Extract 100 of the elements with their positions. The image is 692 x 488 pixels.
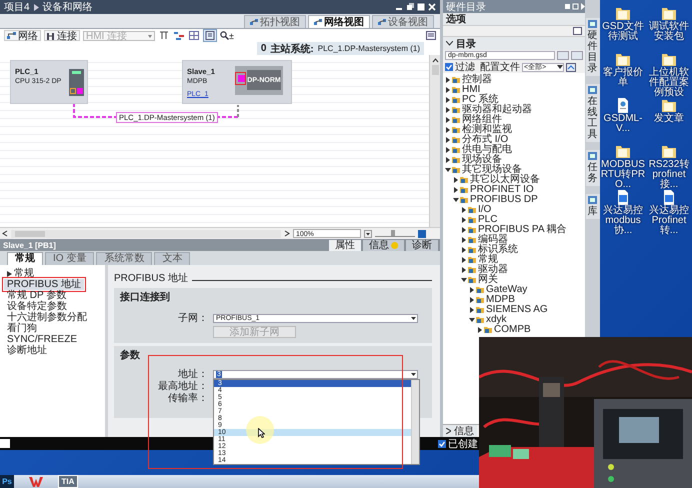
overview-icon[interactable] (205, 31, 215, 40)
expand-arrow-icon[interactable] (445, 107, 451, 113)
tree-item[interactable]: 常规 (443, 255, 585, 265)
view-tab[interactable]: 网络视图 (308, 15, 370, 28)
tree-item[interactable]: 其它现场设备 (443, 165, 585, 175)
grid-icon[interactable] (189, 31, 199, 40)
tree-item[interactable]: 检测和监视 (443, 125, 585, 135)
layout-icon[interactable] (174, 31, 184, 40)
expand-arrow-icon[interactable] (461, 247, 467, 253)
options-icon[interactable] (573, 27, 582, 35)
scroll-right-icon[interactable] (284, 230, 290, 237)
collapse-arrow-icon[interactable] (461, 277, 467, 283)
desktop-icon[interactable]: 兴达易控 Profinet 转... (646, 190, 692, 236)
nav-item[interactable]: PROFIBUS 地址 (4, 279, 84, 290)
connect-button[interactable]: 连接 (44, 30, 80, 41)
nav-item[interactable]: 常规 DP 参数 (4, 290, 70, 301)
expand-arrow-icon[interactable] (461, 267, 467, 273)
expand-arrow-icon[interactable] (469, 307, 475, 313)
tree-item[interactable]: COMPB (443, 325, 585, 335)
expand-arrow-icon[interactable] (469, 297, 475, 303)
maximize-icon[interactable] (417, 3, 425, 11)
expand-arrow-icon[interactable] (445, 157, 451, 163)
cpu-module-icon[interactable] (69, 69, 84, 96)
desktop-icon[interactable]: 上位机软件配置案例预设 (646, 52, 692, 98)
vertical-scrollbar[interactable] (429, 55, 440, 227)
nav-item[interactable]: 设备特定参数 (4, 301, 70, 312)
expand-arrow-icon[interactable] (461, 207, 467, 213)
zoom-slider[interactable] (375, 230, 415, 237)
desktop-icon[interactable]: 调试软件安装包 (646, 6, 692, 52)
scroll-up-icon[interactable] (432, 57, 438, 63)
inspector-tab[interactable]: 信息 (363, 240, 404, 251)
tree-item[interactable]: PC 系统 (443, 95, 585, 105)
options-header[interactable]: 选项 (443, 13, 585, 26)
nav-item[interactable]: 十六进制参数分配 (4, 312, 90, 323)
expand-arrow-icon[interactable] (445, 147, 451, 153)
expand-arrow-icon[interactable] (445, 87, 451, 93)
tree-item[interactable]: 控制器 (443, 75, 585, 85)
slider-thumb[interactable] (391, 230, 395, 236)
scroll-left-icon[interactable] (2, 230, 8, 237)
tree-item[interactable]: HMI (443, 85, 585, 95)
table-icon[interactable] (159, 31, 169, 40)
expand-arrow-icon[interactable] (445, 137, 451, 143)
vertical-scrollbar[interactable] (411, 380, 419, 464)
side-tab[interactable]: 库 (586, 194, 600, 219)
status-field[interactable] (0, 439, 10, 448)
tree-item[interactable]: 网关 (443, 275, 585, 285)
tree-item[interactable]: 分布式 I/O (443, 135, 585, 145)
close-icon[interactable] (428, 3, 436, 11)
tree-item[interactable]: 其它以太网设备 (443, 175, 585, 185)
breadcrumb-item[interactable]: 设备和网络 (42, 0, 93, 14)
expand-arrow-icon[interactable] (445, 117, 451, 123)
tree-item[interactable]: 现场设备 (443, 155, 585, 165)
tree-item[interactable]: PROFINET IO (443, 185, 585, 195)
sub-tab[interactable]: 常规 (7, 252, 43, 265)
taskbar-app[interactable]: Ps (0, 475, 14, 488)
side-tab[interactable]: 在线工具 (586, 84, 600, 142)
expand-arrow-icon[interactable] (453, 177, 459, 183)
tree-item[interactable]: MDPB (443, 295, 585, 305)
tree-item[interactable]: 网络组件 (443, 115, 585, 125)
scroll-thumb[interactable] (15, 230, 45, 236)
nav-item[interactable]: 诊断地址 (4, 345, 50, 356)
scroll-thumb[interactable] (432, 65, 438, 75)
panel-icon[interactable] (426, 31, 436, 40)
collapse-arrow-icon[interactable] (453, 197, 459, 203)
view-tab[interactable]: 拓扑视图 (244, 15, 306, 28)
expand-arrow-icon[interactable] (477, 327, 483, 333)
desktop-icon[interactable]: RS232转 profinet接... (646, 144, 692, 190)
collapse-arrow-icon[interactable] (469, 317, 475, 323)
expand-arrow-icon[interactable] (461, 227, 467, 233)
tree-item[interactable]: PROFIBUS DP (443, 195, 585, 205)
dropdown-arrow-icon[interactable] (364, 230, 372, 238)
breadcrumb-item[interactable]: 项目4 (4, 0, 30, 14)
collapse-arrow-icon[interactable] (445, 167, 451, 173)
horizontal-scrollbar[interactable] (11, 230, 281, 238)
expand-arrow-icon[interactable] (445, 97, 451, 103)
side-tab[interactable]: 任务 (586, 150, 600, 186)
tree-item[interactable]: SIEMENS AG (443, 305, 585, 315)
sub-tab[interactable]: 系统常数 (96, 252, 152, 265)
expand-arrow-icon[interactable] (445, 77, 451, 83)
nav-item[interactable]: 看门狗 (4, 323, 40, 334)
catalog-header[interactable]: 目录 (443, 37, 585, 50)
tree-item[interactable]: 编码器 (443, 235, 585, 245)
side-tab[interactable]: 硬件目录 (586, 18, 600, 76)
inspector-tab[interactable]: 诊断 (406, 240, 438, 251)
expand-arrow-icon[interactable] (469, 287, 475, 293)
tree-item[interactable]: 驱动器 (443, 265, 585, 275)
expand-arrow-icon[interactable] (461, 257, 467, 263)
tree-item[interactable]: 驱动器和起动器 (443, 105, 585, 115)
sub-tab[interactable]: 文本 (154, 252, 190, 265)
info-tab[interactable]: 信息 (443, 425, 477, 437)
expand-arrow-icon[interactable] (461, 217, 467, 223)
desktop-icon[interactable]: MODBUS RTU转PRO... (600, 144, 646, 190)
taskbar-app[interactable]: TIA (58, 475, 78, 488)
inspector-tab[interactable]: 属性 (329, 240, 361, 251)
sub-tab[interactable]: IO 变量 (45, 252, 94, 265)
desktop-icon[interactable]: GSDML-V... (600, 98, 646, 144)
expand-arrow-icon[interactable] (461, 237, 467, 243)
expand-arrow-icon[interactable] (445, 127, 451, 133)
tree-item[interactable]: 供电与配电 (443, 145, 585, 155)
desktop-icon[interactable]: GSD文件待测试 (600, 6, 646, 52)
